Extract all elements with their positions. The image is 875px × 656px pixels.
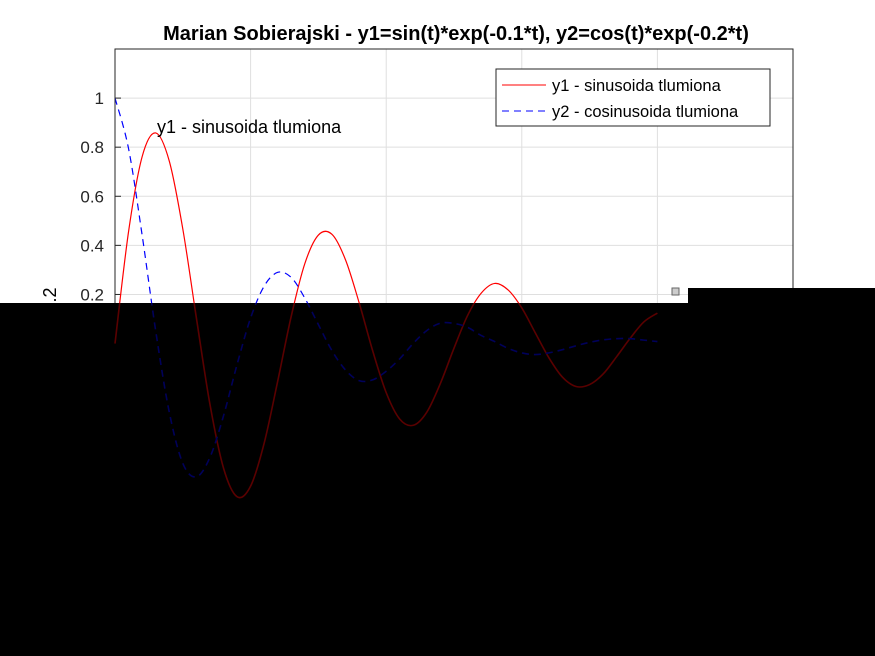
overlay-lower xyxy=(0,303,875,656)
mark-small xyxy=(671,287,680,296)
y-tick-label: 1 xyxy=(95,89,104,108)
y-tick-label: 0.2 xyxy=(80,285,104,304)
legend-label-y1: y1 - sinusoida tlumiona xyxy=(552,77,722,95)
overlay-right xyxy=(688,288,875,308)
figure: 1 0.8 0.6 0.4 0.2 Marian Sobierajski - y1=si… xyxy=(0,0,875,656)
legend-label-y2: y2 - cosinusoida tlumiona xyxy=(552,103,739,121)
annotation-y1: y1 - sinusoida tlumiona xyxy=(157,117,342,137)
y-tick-label: 0.8 xyxy=(80,138,104,157)
y-tick-label: 0.4 xyxy=(80,236,104,255)
y-tick-label: 0.6 xyxy=(80,187,104,206)
chart-title: Marian Sobierajski - y1=sin(t)*exp(-0.1*… xyxy=(163,23,749,45)
legend: y1 - sinusoida tlumiona y2 - cosinusoida… xyxy=(495,68,771,127)
